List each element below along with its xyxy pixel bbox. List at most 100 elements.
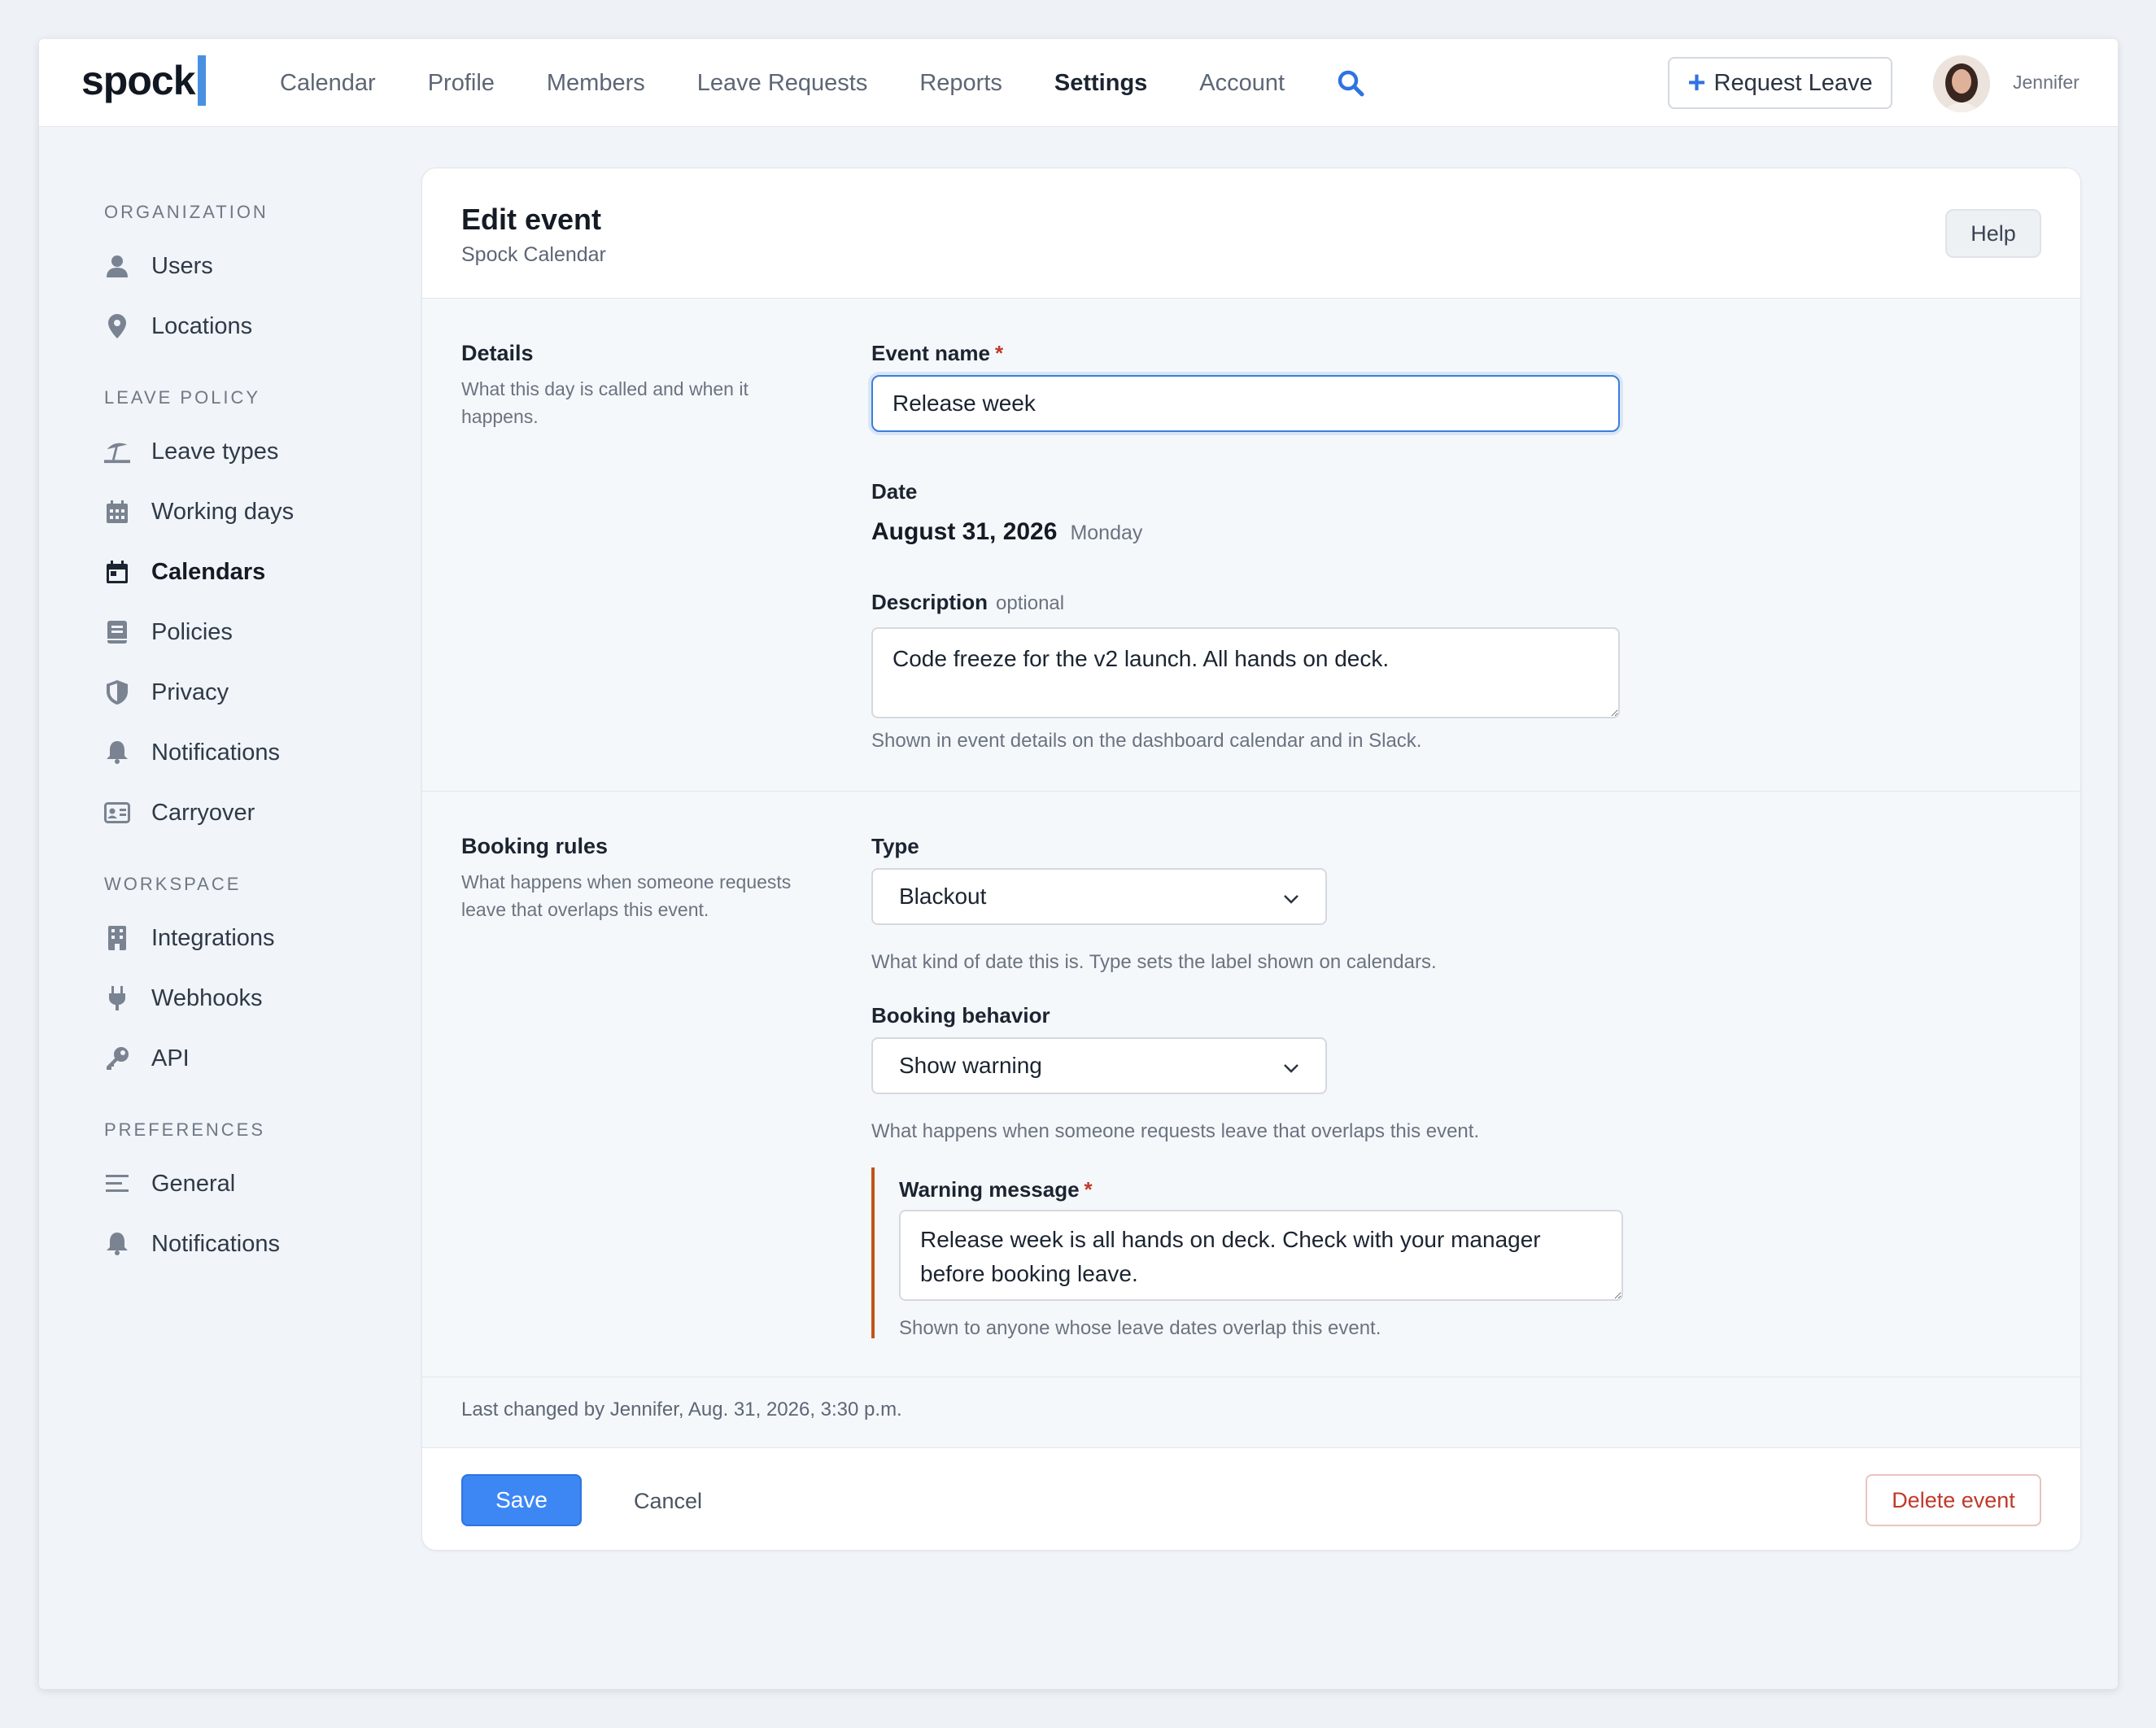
avatar[interactable] (1933, 55, 1990, 112)
date-label: Date (871, 479, 918, 504)
nav-settings[interactable]: Settings (1054, 70, 1147, 97)
sidebar-item-locations[interactable]: Locations (104, 296, 413, 356)
sidebar-item-label: Working days (151, 498, 295, 525)
type-select[interactable]: Blackout (871, 868, 1327, 925)
help-button[interactable]: Help (1945, 209, 2041, 258)
optional-marker: optional (996, 592, 1065, 614)
description-label-text: Description (871, 590, 989, 614)
map-pin-icon (104, 313, 130, 339)
sidebar-item-notifications[interactable]: Notifications (104, 722, 413, 783)
date-value: August 31, 2026 Monday (871, 518, 1142, 546)
id-card-icon (104, 800, 130, 826)
warning-message-help: Shown to anyone whose leave dates overla… (899, 1317, 1381, 1339)
request-leave-label: Request Leave (1713, 69, 1873, 96)
description-help: Shown in event details on the dashboard … (871, 730, 1422, 752)
user-icon (104, 253, 130, 279)
type-label: Type (871, 834, 919, 858)
booking-title: Booking rules (461, 834, 609, 858)
sidebar-item-general[interactable]: General (104, 1154, 413, 1214)
date-value-text: August 31, 2026 (871, 518, 1058, 545)
sidebar-item-label: Carryover (151, 799, 255, 826)
save-button[interactable]: Save (461, 1474, 582, 1526)
book-icon (104, 619, 130, 645)
description-label: Description optional (871, 590, 1064, 615)
top-nav: spock Calendar Profile Members Leave Req… (39, 39, 2118, 127)
booking-description: What happens when someone requests leave… (461, 871, 792, 920)
sidebar-item-label: API (151, 1045, 190, 1071)
sidebar-item-calendars[interactable]: Calendars (104, 542, 413, 602)
description-textarea[interactable]: Code freeze for the v2 launch. All hands… (871, 627, 1620, 718)
sidebar-item-carryover[interactable]: Carryover (104, 783, 413, 843)
sidebar-item-label: Leave types (151, 438, 279, 465)
warning-message-label: Warning message * (899, 1177, 1093, 1202)
warning-message-textarea[interactable]: Release week is all hands on deck. Check… (899, 1210, 1623, 1301)
sidebar-item-label: Integrations (151, 924, 275, 951)
plug-icon (104, 985, 130, 1011)
nav-account[interactable]: Account (1199, 70, 1285, 97)
delete-event-button[interactable]: Delete event (1866, 1474, 2041, 1526)
sidebar-heading: WORKSPACE (104, 874, 242, 894)
sidebar-heading: ORGANIZATION (104, 202, 268, 222)
request-leave-button[interactable]: + Request Leave (1668, 57, 1892, 109)
booking-behavior-label: Booking behavior (871, 1003, 1050, 1028)
booking-rules-section: Booking rules What happens when someone … (422, 792, 2080, 1377)
key-icon (104, 1045, 130, 1071)
sidebar-item-label: Users (151, 252, 213, 279)
sidebar-item-label: General (151, 1170, 236, 1197)
sidebar-group-leave-policy: LEAVE POLICY Leave types Working days Ca… (104, 387, 413, 843)
plus-icon: + (1687, 66, 1706, 100)
sidebar-item-preference-notifications[interactable]: Notifications (104, 1214, 413, 1274)
warning-message-block: Warning message * Release week is all han… (871, 1167, 1623, 1339)
sidebar-heading: PREFERENCES (104, 1119, 266, 1140)
search-icon[interactable] (1336, 68, 1365, 98)
building-icon (104, 925, 130, 951)
sidebar-item-webhooks[interactable]: Webhooks (104, 968, 413, 1028)
bell-icon (104, 740, 130, 766)
shield-icon (104, 679, 130, 705)
bell-icon (104, 1231, 130, 1257)
sidebar-item-integrations[interactable]: Integrations (104, 908, 413, 968)
sidebar-item-label: Locations (151, 312, 253, 339)
event-name-input[interactable] (871, 375, 1620, 432)
last-changed-text: Last changed by Jennifer, Aug. 31, 2026,… (461, 1399, 902, 1420)
nav-calendar[interactable]: Calendar (280, 70, 376, 97)
details-description: What this day is called and when it happ… (461, 378, 748, 427)
nav-members[interactable]: Members (547, 70, 645, 97)
details-section: Details What this day is called and when… (422, 299, 2080, 792)
booking-behavior-value: Show warning (899, 1053, 1042, 1078)
sidebar-item-working-days[interactable]: Working days (104, 482, 413, 542)
warning-message-label-text: Warning message (899, 1177, 1080, 1202)
sidebar-item-label: Calendars (151, 558, 266, 585)
sidebar-item-policies[interactable]: Policies (104, 602, 413, 662)
nav-profile[interactable]: Profile (428, 70, 495, 97)
chevron-down-icon (1283, 884, 1299, 910)
sidebar-item-users[interactable]: Users (104, 236, 413, 296)
logo[interactable]: spock (81, 55, 206, 106)
page-title: Edit event (461, 203, 602, 236)
cancel-button[interactable]: Cancel (634, 1489, 702, 1514)
booking-behavior-select[interactable]: Show warning (871, 1037, 1327, 1094)
card-header: Edit event Spock Calendar Help (422, 168, 2080, 299)
sidebar-item-privacy[interactable]: Privacy (104, 662, 413, 722)
sidebar-item-label: Privacy (151, 679, 229, 705)
booking-behavior-help: What happens when someone requests leave… (871, 1120, 1480, 1142)
sidebar-item-api[interactable]: API (104, 1028, 413, 1089)
chevron-down-icon (1283, 1053, 1299, 1079)
type-help: What kind of date this is. Type sets the… (871, 951, 1437, 973)
sidebar-group-organization: ORGANIZATION Users Locations (104, 202, 413, 356)
event-name-label-text: Event name (871, 341, 990, 365)
sidebar-item-leave-types[interactable]: Leave types (104, 421, 413, 482)
nav-reports[interactable]: Reports (919, 70, 1002, 97)
sidebar-group-preferences: PREFERENCES General Notifications (104, 1119, 413, 1274)
sidebar-group-workspace: WORKSPACE Integrations Webhooks API (104, 874, 413, 1089)
logo-text: spock (81, 58, 196, 103)
umbrella-beach-icon (104, 439, 130, 465)
app-window: spock Calendar Profile Members Leave Req… (39, 39, 2118, 1689)
nav-leave-requests[interactable]: Leave Requests (697, 70, 868, 97)
sidebar-item-label: Webhooks (151, 984, 263, 1011)
nav-links: Calendar Profile Members Leave Requests … (280, 39, 1337, 127)
sidebar-heading: LEAVE POLICY (104, 387, 261, 408)
required-marker: * (994, 341, 1004, 365)
date-weekday: Monday (1070, 521, 1143, 544)
calendar-grid-icon (104, 499, 130, 525)
